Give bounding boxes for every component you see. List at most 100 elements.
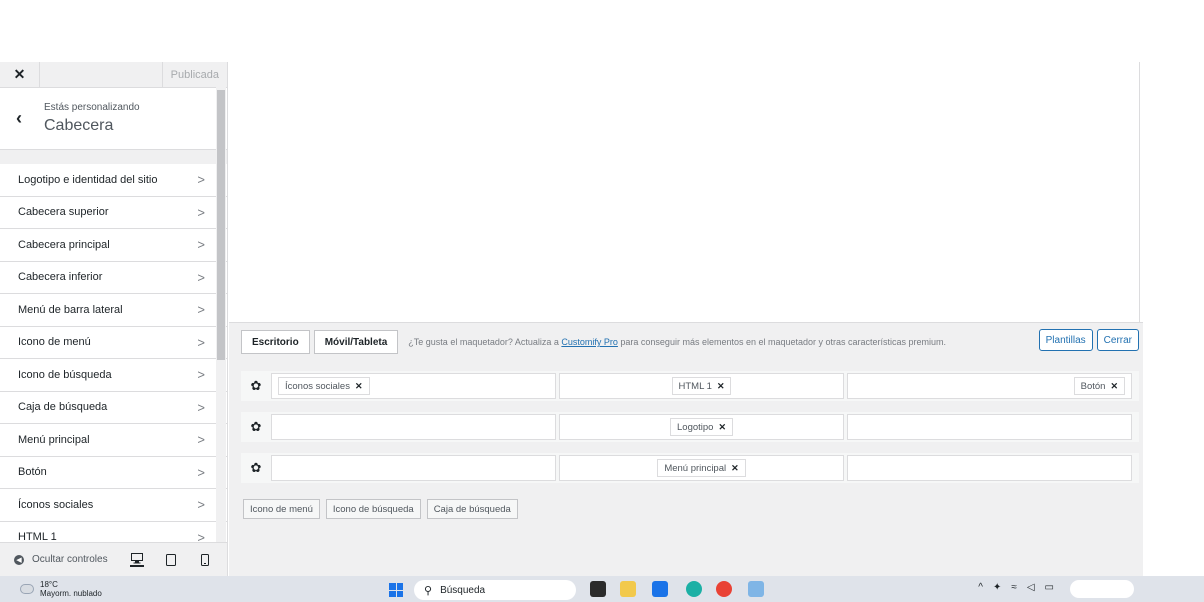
builder-item-primary-menu[interactable]: Menú principal ✕ — [657, 459, 746, 477]
sidebar-item-top-header[interactable]: Cabecera superior > — [0, 196, 227, 229]
taskbar-search[interactable]: ⚲ Búsqueda — [414, 580, 576, 600]
promo-text-after: para conseguir más elementos en el maque… — [617, 337, 947, 347]
battery-icon[interactable]: ▭ — [1045, 582, 1054, 593]
tablet-icon[interactable] — [164, 553, 178, 567]
tab-mobile-tablet[interactable]: Móvil/Tableta — [313, 330, 399, 354]
sidebar-item-label: Icono de búsqueda — [18, 368, 112, 381]
remove-icon[interactable]: ✕ — [355, 381, 363, 392]
available-items: Icono de menú Icono de búsqueda Caja de … — [243, 499, 518, 519]
available-item-search-icon[interactable]: Icono de búsqueda — [325, 499, 421, 519]
chip-label: HTML 1 — [678, 380, 712, 392]
builder-item-social-icons[interactable]: Íconos sociales ✕ — [278, 377, 370, 395]
edge-icon[interactable] — [686, 581, 702, 597]
sidebar-item-primary-menu[interactable]: Menú principal > — [0, 424, 227, 457]
builder-toolbar: Escritorio Móvil/Tableta ¿Te gusta el ma… — [229, 323, 1143, 361]
available-item-menu-icon[interactable]: Icono de menú — [243, 499, 320, 519]
row-bottom-left-zone[interactable] — [271, 455, 556, 481]
customizer-window: ✕ Publicada ‹ Estás personalizando Cabec… — [0, 0, 1204, 602]
sidebar-item-social-icons[interactable]: Íconos sociales > — [0, 489, 227, 522]
builder-item-logo[interactable]: Logotipo ✕ — [670, 418, 733, 436]
row-main-right-zone[interactable] — [847, 414, 1132, 440]
tab-desktop[interactable]: Escritorio — [241, 330, 310, 354]
sidebar-item-sidebar-menu[interactable]: Menú de barra lateral > — [0, 294, 227, 327]
snipping-tool-icon[interactable] — [748, 581, 764, 597]
sidebar-item-label: Menú de barra lateral — [18, 303, 123, 316]
customify-pro-link[interactable]: Customify Pro — [561, 337, 618, 347]
customizer-sidebar: ✕ Publicada ‹ Estás personalizando Cabec… — [0, 61, 228, 576]
remove-icon[interactable]: ✕ — [717, 381, 725, 392]
gear-icon[interactable]: ✿ — [241, 378, 271, 394]
row-top-right-zone[interactable]: Botón ✕ — [847, 373, 1132, 399]
hide-controls-button[interactable]: Ocultar controles — [32, 554, 108, 565]
remove-icon[interactable]: ✕ — [731, 463, 739, 474]
scrollbar-thumb[interactable] — [217, 90, 225, 360]
volume-icon[interactable]: ◁ — [1027, 582, 1035, 593]
chevron-right-icon: > — [197, 269, 205, 285]
weather-temp: 18°C — [40, 580, 58, 589]
sidebar-item-menu-icon[interactable]: Icono de menú > — [0, 326, 227, 359]
task-view-icon[interactable] — [590, 581, 606, 597]
system-tray: ^ ✦ ≈ ◁ ▭ — [978, 582, 1054, 593]
site-preview — [229, 62, 1140, 322]
breadcrumb-label: Estás personalizando — [44, 102, 140, 113]
collapse-icon[interactable]: ◀ — [14, 554, 24, 565]
chip-label: Íconos sociales — [285, 380, 350, 392]
sidebar-item-label: Cabecera inferior — [18, 271, 103, 284]
sidebar-scrollbar[interactable] — [216, 80, 226, 568]
app-tray-icon[interactable]: ✦ — [993, 582, 1001, 593]
clock-area[interactable] — [1070, 580, 1134, 598]
chip-label: Botón — [1080, 380, 1106, 392]
windows-start-icon[interactable] — [389, 583, 403, 597]
desktop-icon[interactable] — [129, 553, 144, 567]
sidebar-item-html1[interactable]: HTML 1 > — [0, 521, 227, 542]
row-bottom-right-zone[interactable] — [847, 455, 1132, 481]
sidebar-item-search-box[interactable]: Caja de búsqueda > — [0, 391, 227, 424]
builder-item-button[interactable]: Botón ✕ — [1073, 377, 1125, 395]
sidebar-item-bottom-header[interactable]: Cabecera inferior > — [0, 261, 227, 294]
file-explorer-icon[interactable] — [620, 581, 636, 597]
row-bottom-center-zone[interactable]: Menú principal ✕ — [559, 455, 844, 481]
gear-icon[interactable]: ✿ — [241, 419, 271, 435]
available-item-search-box[interactable]: Caja de búsqueda — [426, 499, 518, 519]
weather-condition: Mayorm. nublado — [40, 589, 102, 598]
sidebar-item-label: Íconos sociales — [18, 498, 94, 511]
section-title: Cabecera — [44, 117, 114, 134]
row-top-left-zone[interactable]: Íconos sociales ✕ — [271, 373, 556, 399]
gear-icon[interactable]: ✿ — [241, 460, 271, 476]
chevron-right-icon: > — [197, 529, 205, 542]
wifi-icon[interactable]: ≈ — [1011, 582, 1017, 593]
row-main-left-zone[interactable] — [271, 414, 556, 440]
builder-row-top: ✿ Íconos sociales ✕ HTML 1 ✕ Botón ✕ — [241, 371, 1139, 401]
search-placeholder: Búsqueda — [440, 584, 486, 596]
chrome-icon[interactable] — [716, 581, 732, 597]
chevron-up-icon[interactable]: ^ — [978, 582, 983, 593]
sidebar-item-label: Logotipo e identidad del sitio — [18, 173, 158, 186]
remove-icon[interactable]: ✕ — [1110, 381, 1118, 392]
row-main-center-zone[interactable]: Logotipo ✕ — [559, 414, 844, 440]
close-icon[interactable]: ✕ — [0, 61, 40, 88]
builder-item-html1[interactable]: HTML 1 ✕ — [671, 377, 732, 395]
chevron-right-icon: > — [197, 464, 205, 480]
sidebar-item-logo-identity[interactable]: Logotipo e identidad del sitio > — [0, 164, 227, 197]
back-arrow-icon[interactable]: ‹ — [0, 108, 38, 129]
app-l-icon[interactable] — [652, 581, 668, 597]
sidebar-item-main-header[interactable]: Cabecera principal > — [0, 229, 227, 262]
os-taskbar: 18°C Mayorm. nublado ⚲ Búsqueda ^ ✦ ≈ ◁ … — [0, 576, 1204, 602]
mobile-icon[interactable] — [198, 553, 212, 567]
sidebar-item-label: Caja de búsqueda — [18, 401, 108, 414]
templates-button[interactable]: Plantillas — [1038, 329, 1093, 351]
row-top-center-zone[interactable]: HTML 1 ✕ — [559, 373, 844, 399]
weather-widget[interactable]: 18°C Mayorm. nublado — [20, 580, 102, 598]
builder-actions: Plantillas Cerrar — [1038, 329, 1139, 351]
remove-icon[interactable]: ✕ — [718, 422, 726, 433]
sidebar-item-button[interactable]: Botón > — [0, 456, 227, 489]
sidebar-item-label: Menú principal — [18, 433, 90, 446]
header-builder-panel: Escritorio Móvil/Tableta ¿Te gusta el ma… — [229, 322, 1143, 576]
chevron-right-icon: > — [197, 302, 205, 318]
upgrade-notice: ¿Te gusta el maquetador? Actualiza a Cus… — [408, 337, 946, 347]
promo-text-before: ¿Te gusta el maquetador? Actualiza a — [408, 337, 562, 347]
sidebar-item-search-icon[interactable]: Icono de búsqueda > — [0, 359, 227, 392]
close-builder-button[interactable]: Cerrar — [1096, 329, 1139, 351]
sidebar-item-label: HTML 1 — [18, 531, 57, 542]
